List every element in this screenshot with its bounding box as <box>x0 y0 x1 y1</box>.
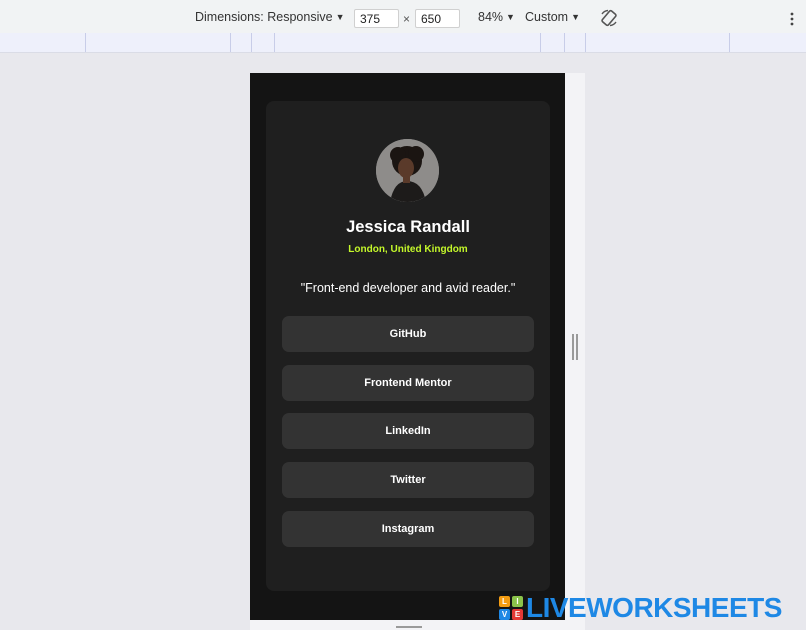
profile-name: Jessica Randall <box>346 218 470 236</box>
right-resize-handle[interactable] <box>572 334 578 360</box>
throttle-dropdown[interactable]: Custom ▼ <box>525 10 580 24</box>
liveworksheets-logo-icon: L I V E <box>499 596 523 620</box>
zoom-label: 84% <box>478 10 504 24</box>
zoom-dropdown[interactable]: 84% ▼ <box>478 10 515 24</box>
times-sign: × <box>403 12 411 26</box>
instagram-link-button[interactable]: Instagram <box>282 511 534 547</box>
throttle-label: Custom <box>525 10 569 24</box>
watermark-text: LIVEWORKSHEETS <box>526 592 782 623</box>
profile-bio: "Front-end developer and avid reader." <box>300 281 516 295</box>
profile-location: London, United Kingdom <box>348 244 468 255</box>
linkedin-link-button[interactable]: LinkedIn <box>282 413 534 449</box>
device-viewport: Jessica Randall London, United Kingdom "… <box>250 73 565 620</box>
avatar-photo <box>376 139 439 202</box>
twitter-link-button[interactable]: Twitter <box>282 462 534 498</box>
liveworksheets-watermark: L I V E LIVEWORKSHEETS <box>499 592 782 624</box>
more-options-icon[interactable] <box>790 12 794 26</box>
zoom-caret-icon: ▼ <box>506 11 515 22</box>
social-links-list: GitHub Frontend Mentor LinkedIn Twitter … <box>282 316 534 560</box>
dimensions-caret-icon: ▼ <box>335 11 345 22</box>
avatar <box>376 139 439 202</box>
bottom-resize-handle[interactable] <box>396 626 422 628</box>
rotate-icon[interactable] <box>600 9 618 27</box>
height-input[interactable] <box>415 9 460 28</box>
dimensions-label: Dimensions: Responsive <box>195 10 333 24</box>
width-input[interactable] <box>354 9 399 28</box>
device-toolbar: Dimensions: Responsive ▼ × 84% ▼ Custom … <box>0 0 806 34</box>
github-link-button[interactable]: GitHub <box>282 316 534 352</box>
media-query-ruler[interactable] <box>0 33 806 53</box>
profile-card: Jessica Randall London, United Kingdom "… <box>266 101 550 591</box>
throttle-caret-icon: ▼ <box>571 11 580 22</box>
frontend-mentor-link-button[interactable]: Frontend Mentor <box>282 365 534 401</box>
dimensions-dropdown[interactable]: Dimensions: Responsive ▼ <box>195 10 344 24</box>
